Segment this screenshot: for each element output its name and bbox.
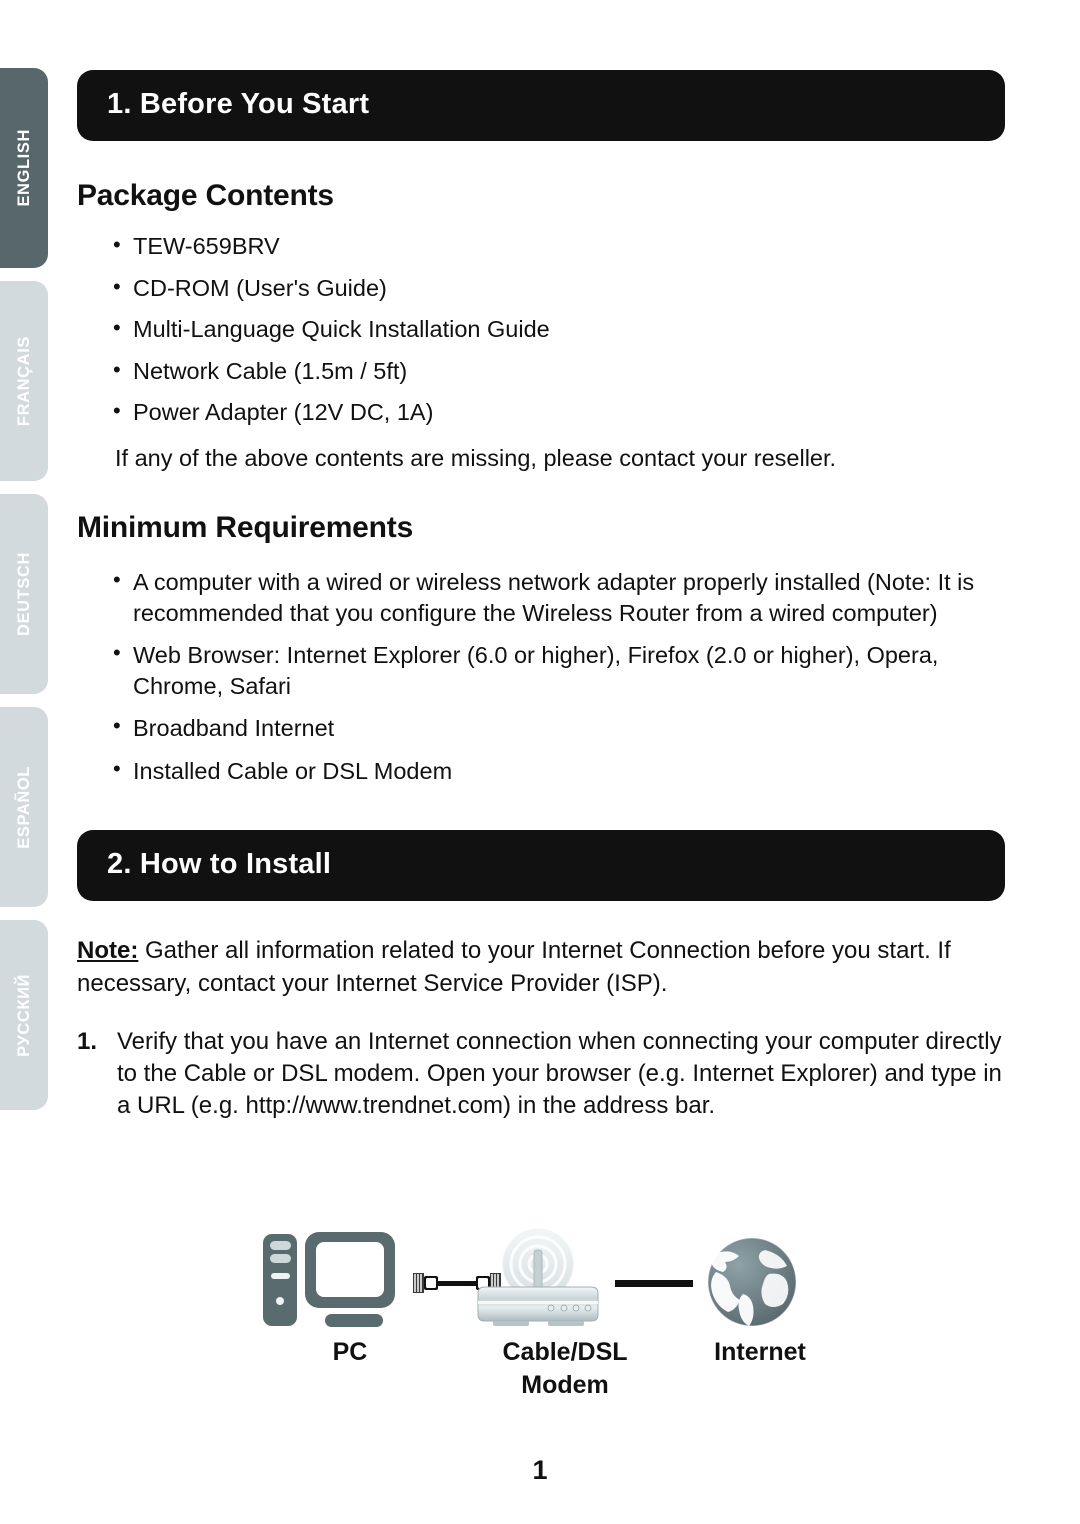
list-item-text: A computer with a wired or wireless netw… [133, 569, 975, 626]
language-tab-label: FRANÇAIS [14, 335, 33, 427]
wan-link-line [615, 1280, 693, 1287]
page-number: 1 [532, 1455, 548, 1485]
list-item-text: Broadband Internet [133, 715, 335, 742]
install-note: Note: Gather all information related to … [77, 935, 1005, 1000]
list-item: Web Browser: Internet Explorer (6.0 or h… [103, 639, 1005, 701]
language-tab-label: РУССКИЙ [14, 973, 33, 1057]
diagram-label-pc: PC [332, 1338, 368, 1366]
language-tab-espanol[interactable]: ESPAÑOL [0, 707, 48, 907]
language-tab-label: ENGLISH [14, 129, 33, 207]
list-item: A computer with a wired or wireless netw… [103, 566, 1005, 628]
section-header-before-you-start: 1. Before You Start [77, 70, 1005, 141]
language-tab-label: ESPAÑOL [14, 765, 33, 849]
list-item: TEW-659BRV [103, 233, 1005, 259]
package-contents-list: TEW-659BRV CD-ROM (User's Guide) Multi-L… [103, 233, 1005, 425]
diagram-label-internet: Internet [714, 1338, 806, 1366]
list-item: Network Cable (1.5m / 5ft) [103, 357, 1005, 384]
note-text: Gather all information related to your I… [77, 937, 951, 997]
language-tab-label: DEUTSCH [14, 552, 33, 636]
section-header-how-to-install: 2. How to Install [77, 830, 1005, 902]
package-contents-heading: Package Contents [77, 179, 334, 212]
language-tab-francais[interactable]: FRANÇAIS [0, 281, 48, 481]
diagram-label-modem-line2: Modem [521, 1370, 609, 1399]
note-label: Note: [77, 937, 139, 965]
list-item-text: Power Adapter (12V DC, 1A) [133, 399, 434, 425]
diagram-label-modem: Cable/DSL Modem [475, 1336, 655, 1401]
globe-icon [707, 1237, 797, 1327]
minimum-requirements-heading: Minimum Requirements [77, 511, 414, 545]
minimum-requirements-list: A computer with a wired or wireless netw… [103, 566, 1005, 787]
language-tab-english[interactable]: ENGLISH [0, 68, 48, 268]
list-item-text: Web Browser: Internet Explorer (6.0 or h… [133, 642, 939, 699]
list-item: Installed Cable or DSL Modem [103, 755, 1005, 787]
content-column: 1. Before You Start Package Contents TEW… [77, 0, 1005, 1122]
install-steps: 1. Verify that you have an Internet conn… [77, 1026, 1005, 1122]
list-item-text: Multi-Language Quick Installation Guide [133, 316, 550, 342]
step-text: Verify that you have an Internet connect… [117, 1028, 1002, 1119]
pc-icon [263, 1232, 395, 1327]
step-number: 1. [77, 1028, 98, 1056]
language-tab-rail: ENGLISH FRANÇAIS DEUTSCH ESPAÑOL РУССКИЙ [0, 68, 50, 1123]
list-item: CD-ROM (User's Guide) [103, 274, 1005, 301]
language-tab-russian[interactable]: РУССКИЙ [0, 920, 48, 1110]
diagram-label-modem-line1: Cable/DSL [502, 1338, 628, 1366]
list-item: 1. Verify that you have an Internet conn… [77, 1026, 1005, 1122]
diagram-labels: PC Cable/DSL Modem Internet [245, 1336, 845, 1426]
list-item: Multi-Language Quick Installation Guide [103, 316, 1005, 342]
list-item-text: TEW-659BRV [133, 233, 280, 259]
language-tab-deutsch[interactable]: DEUTSCH [0, 494, 48, 694]
list-item-text: CD-ROM (User's Guide) [133, 274, 387, 301]
list-item: Power Adapter (12V DC, 1A) [103, 399, 1005, 425]
package-contents-footnote: If any of the above contents are missing… [115, 444, 837, 471]
list-item-text: Installed Cable or DSL Modem [133, 757, 453, 784]
document-page: ENGLISH FRANÇAIS DEUTSCH ESPAÑOL РУССКИЙ… [0, 0, 1080, 1524]
list-item: Broadband Internet [103, 712, 1005, 744]
list-item-text: Network Cable (1.5m / 5ft) [133, 357, 408, 384]
